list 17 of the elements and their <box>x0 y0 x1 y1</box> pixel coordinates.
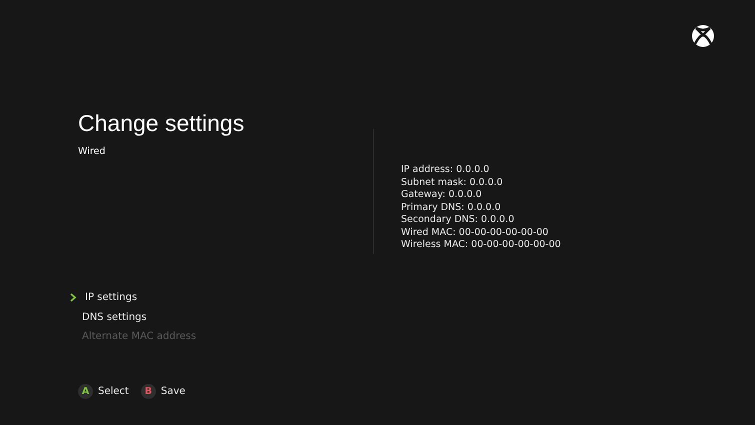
chevron-icon <box>70 293 77 302</box>
network-info: Gateway: 0.0.0.0 <box>401 189 483 202</box>
page-title: Change settings <box>78 109 246 138</box>
menu-item[interactable]: DNS settings <box>70 310 147 324</box>
network-info: Subnet mask: 0.0.0.0 <box>401 176 504 189</box>
controller-button-icon: B <box>140 384 156 398</box>
menu-item[interactable]: IP settings <box>70 291 138 304</box>
button-hint: Select <box>98 386 129 396</box>
network-info: IP address: 0.0.0.0 <box>401 164 490 176</box>
connection-type: Wired <box>78 146 106 157</box>
controller-button-icon: A <box>78 384 93 398</box>
network-info: Wireless MAC: 00-00-00-00-00-00 <box>401 239 561 252</box>
network-info: Primary DNS: 0.0.0.0 <box>401 202 502 214</box>
button-hint: Save <box>160 386 186 396</box>
console-logo-icon <box>691 24 715 48</box>
network-info: Wired MAC: 00-00-00-00-00-00 <box>401 226 550 239</box>
network-info: Secondary DNS: 0.0.0.0 <box>401 214 516 226</box>
